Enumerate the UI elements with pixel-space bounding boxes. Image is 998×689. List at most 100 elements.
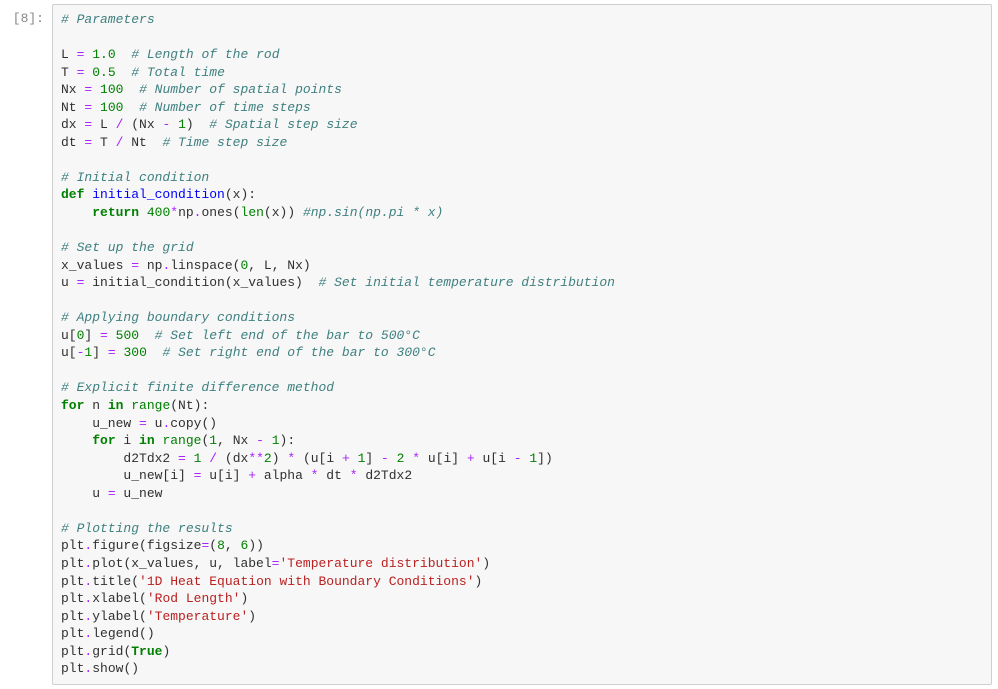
num: 300 <box>123 345 146 360</box>
comment: # Set right end of the bar to 300°C <box>162 345 435 360</box>
txt: u_new[i] <box>61 468 194 483</box>
txt: Nt <box>123 135 162 150</box>
num: 1.0 <box>92 47 115 62</box>
txt: u <box>61 486 108 501</box>
op: - <box>514 451 522 466</box>
op: + <box>342 451 350 466</box>
txt: ): <box>280 433 296 448</box>
comment: # Plotting the results <box>61 521 233 536</box>
code-cell: [8]: # Parameters L = 1.0 # Length of th… <box>0 0 998 689</box>
fn: ones <box>201 205 232 220</box>
fn: ylabel <box>92 609 139 624</box>
txt <box>170 117 178 132</box>
fn: title <box>92 574 131 589</box>
plt: plt <box>61 644 84 659</box>
txt: ] <box>84 328 100 343</box>
txt: (dx <box>217 451 248 466</box>
num: 100 <box>100 82 123 97</box>
txt: (figsize <box>139 538 201 553</box>
txt: initial_condition(x_values) <box>84 275 318 290</box>
fn: plot <box>92 556 123 571</box>
code-input-area[interactable]: # Parameters L = 1.0 # Length of the rod… <box>52 4 992 685</box>
p: ( <box>131 574 139 589</box>
code-content[interactable]: # Parameters L = 1.0 # Length of the rod… <box>61 11 983 678</box>
var: u <box>61 275 77 290</box>
txt: L <box>92 117 115 132</box>
op: ** <box>248 451 264 466</box>
txt: , L, Nx) <box>248 258 310 273</box>
txt: ) <box>482 556 490 571</box>
txt: ) <box>248 609 256 624</box>
comment: # Time step size <box>162 135 287 150</box>
op: * <box>350 468 358 483</box>
txt: () <box>139 626 155 641</box>
txt: u_new <box>61 416 139 431</box>
op: = <box>77 65 85 80</box>
plt: plt <box>61 574 84 589</box>
plt: plt <box>61 609 84 624</box>
txt: u[i <box>475 451 514 466</box>
txt: ) <box>272 451 288 466</box>
builtin: len <box>241 205 264 220</box>
txt: ) <box>186 117 209 132</box>
op: + <box>467 451 475 466</box>
indent <box>61 433 92 448</box>
p: ( <box>139 609 147 624</box>
txt: , Nx <box>217 433 256 448</box>
op: = <box>84 82 92 97</box>
kw-def: def <box>61 187 84 202</box>
kw-in: in <box>139 433 155 448</box>
num: 0.5 <box>92 65 115 80</box>
kw-in: in <box>108 398 124 413</box>
num: 1 <box>209 433 217 448</box>
sp <box>350 451 358 466</box>
txt: (u[i <box>295 451 342 466</box>
p: () <box>201 416 217 431</box>
txt: (x_values, u, label <box>123 556 271 571</box>
op: = <box>131 258 139 273</box>
str: 'Rod Length' <box>147 591 241 606</box>
comment: #np.sin(np.pi * x) <box>303 205 443 220</box>
op: - <box>381 451 389 466</box>
num: 100 <box>100 100 123 115</box>
fn: xlabel <box>92 591 139 606</box>
np: np <box>178 205 194 220</box>
comment: # Initial condition <box>61 170 209 185</box>
num: 8 <box>217 538 225 553</box>
txt: , <box>225 538 241 553</box>
p: ( <box>233 205 241 220</box>
sp <box>186 451 194 466</box>
op: + <box>248 468 256 483</box>
np: np <box>139 258 162 273</box>
kw-for: for <box>61 398 84 413</box>
op: * <box>412 451 420 466</box>
p: ( <box>139 591 147 606</box>
txt: d2Tdx2 <box>61 451 178 466</box>
txt: u <box>147 416 163 431</box>
op: * <box>170 205 178 220</box>
txt: (Nx <box>123 117 162 132</box>
op: = <box>84 100 92 115</box>
op: / <box>209 451 217 466</box>
fn: linspace <box>170 258 232 273</box>
sp <box>264 433 272 448</box>
txt: dx <box>61 117 84 132</box>
op: = <box>108 486 116 501</box>
txt: u[ <box>61 345 77 360</box>
txt: u[i] <box>201 468 248 483</box>
sp <box>139 328 155 343</box>
var: Nx <box>61 82 77 97</box>
str: 'Temperature distribution' <box>279 556 482 571</box>
txt: ] <box>92 345 108 360</box>
plt: plt <box>61 538 84 553</box>
builtin: range <box>162 433 201 448</box>
txt: u[i] <box>420 451 467 466</box>
op: - <box>256 433 264 448</box>
sp <box>389 451 397 466</box>
num: 2 <box>264 451 272 466</box>
builtin: range <box>131 398 170 413</box>
sp <box>147 345 163 360</box>
plt: plt <box>61 556 84 571</box>
p: ( <box>209 538 217 553</box>
txt: (Nt): <box>170 398 209 413</box>
